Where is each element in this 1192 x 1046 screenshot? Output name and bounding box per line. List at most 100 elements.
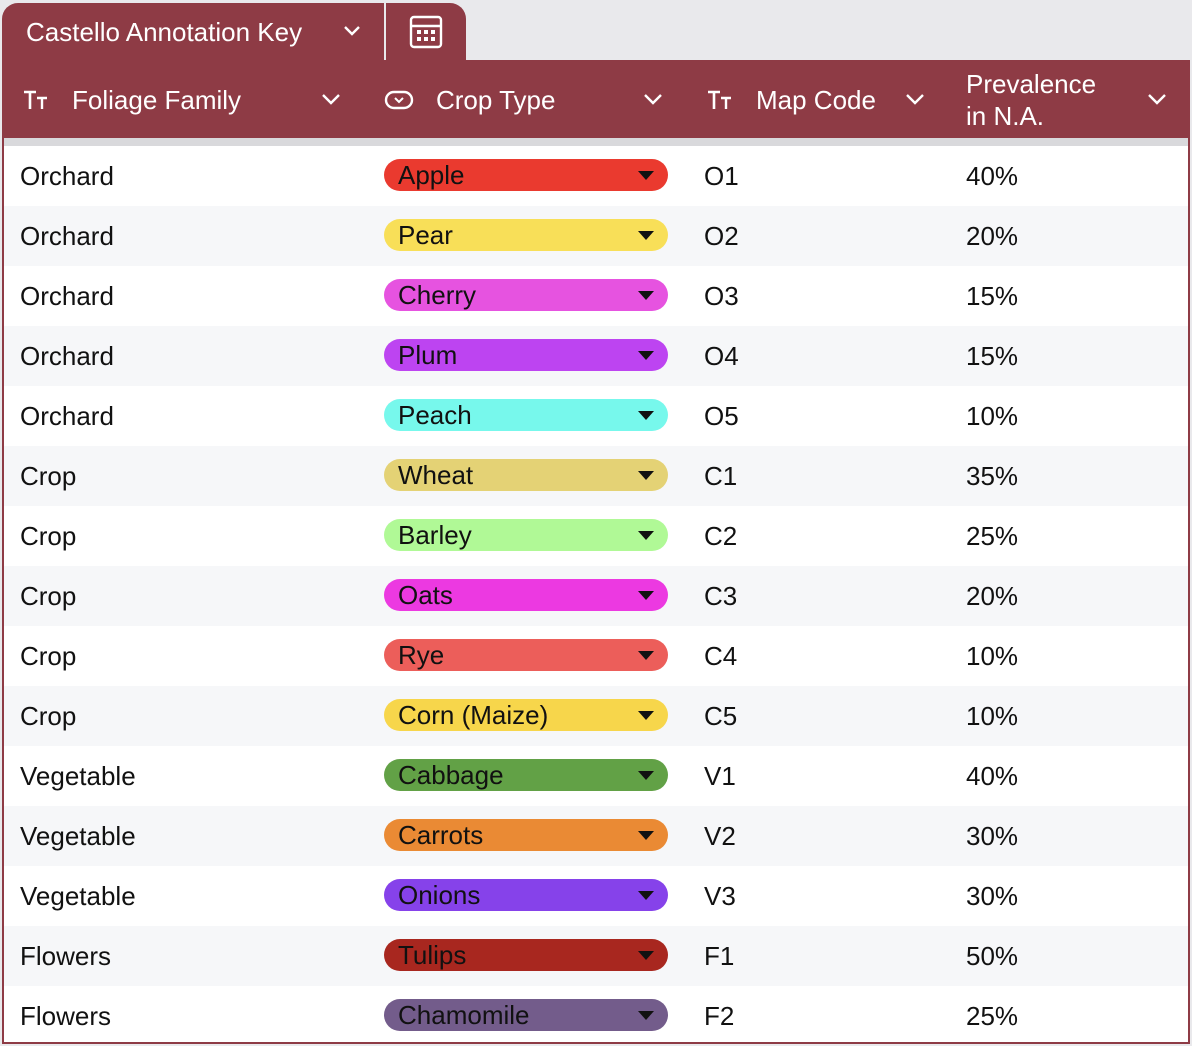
prevalence-cell[interactable]: 35% — [966, 446, 1018, 506]
dropdown-arrow-icon[interactable] — [638, 711, 654, 720]
map-code-cell[interactable]: O5 — [704, 386, 739, 446]
crop-type-select[interactable]: Cherry — [384, 279, 668, 311]
dropdown-arrow-icon[interactable] — [638, 291, 654, 300]
foliage-family-cell[interactable]: Flowers — [20, 986, 111, 1042]
table-row[interactable]: Flowers Chamomile F2 25% — [4, 986, 1188, 1042]
prevalence-cell[interactable]: 40% — [966, 746, 1018, 806]
map-code-cell[interactable]: F1 — [704, 926, 734, 986]
table-row[interactable]: Crop Rye C4 10% — [4, 626, 1188, 686]
table-row[interactable]: Orchard Apple O1 40% — [4, 146, 1188, 206]
calculator-tab[interactable] — [386, 3, 466, 61]
foliage-family-cell[interactable]: Crop — [20, 566, 76, 626]
chevron-down-icon[interactable] — [342, 24, 362, 38]
map-code-cell[interactable]: V2 — [704, 806, 736, 866]
table-row[interactable]: Orchard Peach O5 10% — [4, 386, 1188, 446]
dropdown-arrow-icon[interactable] — [638, 171, 654, 180]
dropdown-arrow-icon[interactable] — [638, 591, 654, 600]
crop-type-select[interactable]: Cabbage — [384, 759, 668, 791]
foliage-family-cell[interactable]: Orchard — [20, 266, 114, 326]
map-code-cell[interactable]: O1 — [704, 146, 739, 206]
prevalence-cell[interactable]: 10% — [966, 686, 1018, 746]
map-code-cell[interactable]: C5 — [704, 686, 737, 746]
prevalence-cell[interactable]: 25% — [966, 986, 1018, 1042]
chevron-down-icon[interactable] — [1146, 91, 1168, 107]
column-header-foliage-family[interactable]: Foliage Family — [22, 62, 241, 138]
dropdown-arrow-icon[interactable] — [638, 351, 654, 360]
dropdown-arrow-icon[interactable] — [638, 1011, 654, 1020]
foliage-family-cell[interactable]: Crop — [20, 686, 76, 746]
dropdown-arrow-icon[interactable] — [638, 411, 654, 420]
table-row[interactable]: Orchard Pear O2 20% — [4, 206, 1188, 266]
table-row[interactable]: Orchard Cherry O3 15% — [4, 266, 1188, 326]
map-code-cell[interactable]: C4 — [704, 626, 737, 686]
foliage-family-cell[interactable]: Orchard — [20, 386, 114, 446]
prevalence-cell[interactable]: 30% — [966, 866, 1018, 926]
crop-type-select[interactable]: Peach — [384, 399, 668, 431]
column-header-map-code[interactable]: Map Code — [706, 62, 876, 138]
prevalence-cell[interactable]: 15% — [966, 326, 1018, 386]
crop-type-select[interactable]: Carrots — [384, 819, 668, 851]
table-row[interactable]: Flowers Tulips F1 50% — [4, 926, 1188, 986]
dropdown-arrow-icon[interactable] — [638, 231, 654, 240]
map-code-cell[interactable]: C3 — [704, 566, 737, 626]
foliage-family-cell[interactable]: Crop — [20, 446, 76, 506]
table-row[interactable]: Crop Wheat C1 35% — [4, 446, 1188, 506]
foliage-family-cell[interactable]: Orchard — [20, 206, 114, 266]
crop-type-select[interactable]: Plum — [384, 339, 668, 371]
foliage-family-cell[interactable]: Crop — [20, 626, 76, 686]
map-code-cell[interactable]: C2 — [704, 506, 737, 566]
map-code-cell[interactable]: V3 — [704, 866, 736, 926]
foliage-family-cell[interactable]: Orchard — [20, 326, 114, 386]
dropdown-arrow-icon[interactable] — [638, 651, 654, 660]
prevalence-cell[interactable]: 30% — [966, 806, 1018, 866]
foliage-family-cell[interactable]: Flowers — [20, 926, 111, 986]
dropdown-arrow-icon[interactable] — [638, 771, 654, 780]
table-row[interactable]: Orchard Plum O4 15% — [4, 326, 1188, 386]
prevalence-cell[interactable]: 20% — [966, 206, 1018, 266]
map-code-cell[interactable]: F2 — [704, 986, 734, 1042]
table-row[interactable]: Vegetable Onions V3 30% — [4, 866, 1188, 926]
prevalence-cell[interactable]: 20% — [966, 566, 1018, 626]
prevalence-cell[interactable]: 10% — [966, 386, 1018, 446]
dropdown-arrow-icon[interactable] — [638, 831, 654, 840]
table-row[interactable]: Vegetable Cabbage V1 40% — [4, 746, 1188, 806]
crop-type-select[interactable]: Apple — [384, 159, 668, 191]
dropdown-arrow-icon[interactable] — [638, 891, 654, 900]
map-code-cell[interactable]: O3 — [704, 266, 739, 326]
dropdown-arrow-icon[interactable] — [638, 951, 654, 960]
prevalence-cell[interactable]: 40% — [966, 146, 1018, 206]
foliage-family-cell[interactable]: Crop — [20, 506, 76, 566]
crop-type-select[interactable]: Onions — [384, 879, 668, 911]
foliage-family-cell[interactable]: Vegetable — [20, 746, 136, 806]
map-code-cell[interactable]: O2 — [704, 206, 739, 266]
chevron-down-icon[interactable] — [904, 91, 926, 107]
crop-type-select[interactable]: Oats — [384, 579, 668, 611]
table-row[interactable]: Crop Corn (Maize) C5 10% — [4, 686, 1188, 746]
crop-type-select[interactable]: Pear — [384, 219, 668, 251]
column-header-prevalence[interactable]: Prevalence in N.A. — [966, 62, 1096, 138]
foliage-family-cell[interactable]: Vegetable — [20, 866, 136, 926]
prevalence-cell[interactable]: 25% — [966, 506, 1018, 566]
prevalence-cell[interactable]: 10% — [966, 626, 1018, 686]
chevron-down-icon[interactable] — [642, 91, 664, 107]
table-row[interactable]: Vegetable Carrots V2 30% — [4, 806, 1188, 866]
dropdown-arrow-icon[interactable] — [638, 471, 654, 480]
table-row[interactable]: Crop Oats C3 20% — [4, 566, 1188, 626]
chevron-down-icon[interactable] — [320, 91, 342, 107]
dropdown-arrow-icon[interactable] — [638, 531, 654, 540]
crop-type-select[interactable]: Tulips — [384, 939, 668, 971]
crop-type-select[interactable]: Corn (Maize) — [384, 699, 668, 731]
crop-type-select[interactable]: Wheat — [384, 459, 668, 491]
table-tab[interactable]: Castello Annotation Key — [2, 3, 384, 61]
crop-type-select[interactable]: Chamomile — [384, 999, 668, 1031]
prevalence-cell[interactable]: 50% — [966, 926, 1018, 986]
crop-type-select[interactable]: Rye — [384, 639, 668, 671]
map-code-cell[interactable]: V1 — [704, 746, 736, 806]
map-code-cell[interactable]: C1 — [704, 446, 737, 506]
foliage-family-cell[interactable]: Vegetable — [20, 806, 136, 866]
foliage-family-cell[interactable]: Orchard — [20, 146, 114, 206]
crop-type-select[interactable]: Barley — [384, 519, 668, 551]
table-row[interactable]: Crop Barley C2 25% — [4, 506, 1188, 566]
prevalence-cell[interactable]: 15% — [966, 266, 1018, 326]
column-header-crop-type[interactable]: Crop Type — [384, 62, 555, 138]
